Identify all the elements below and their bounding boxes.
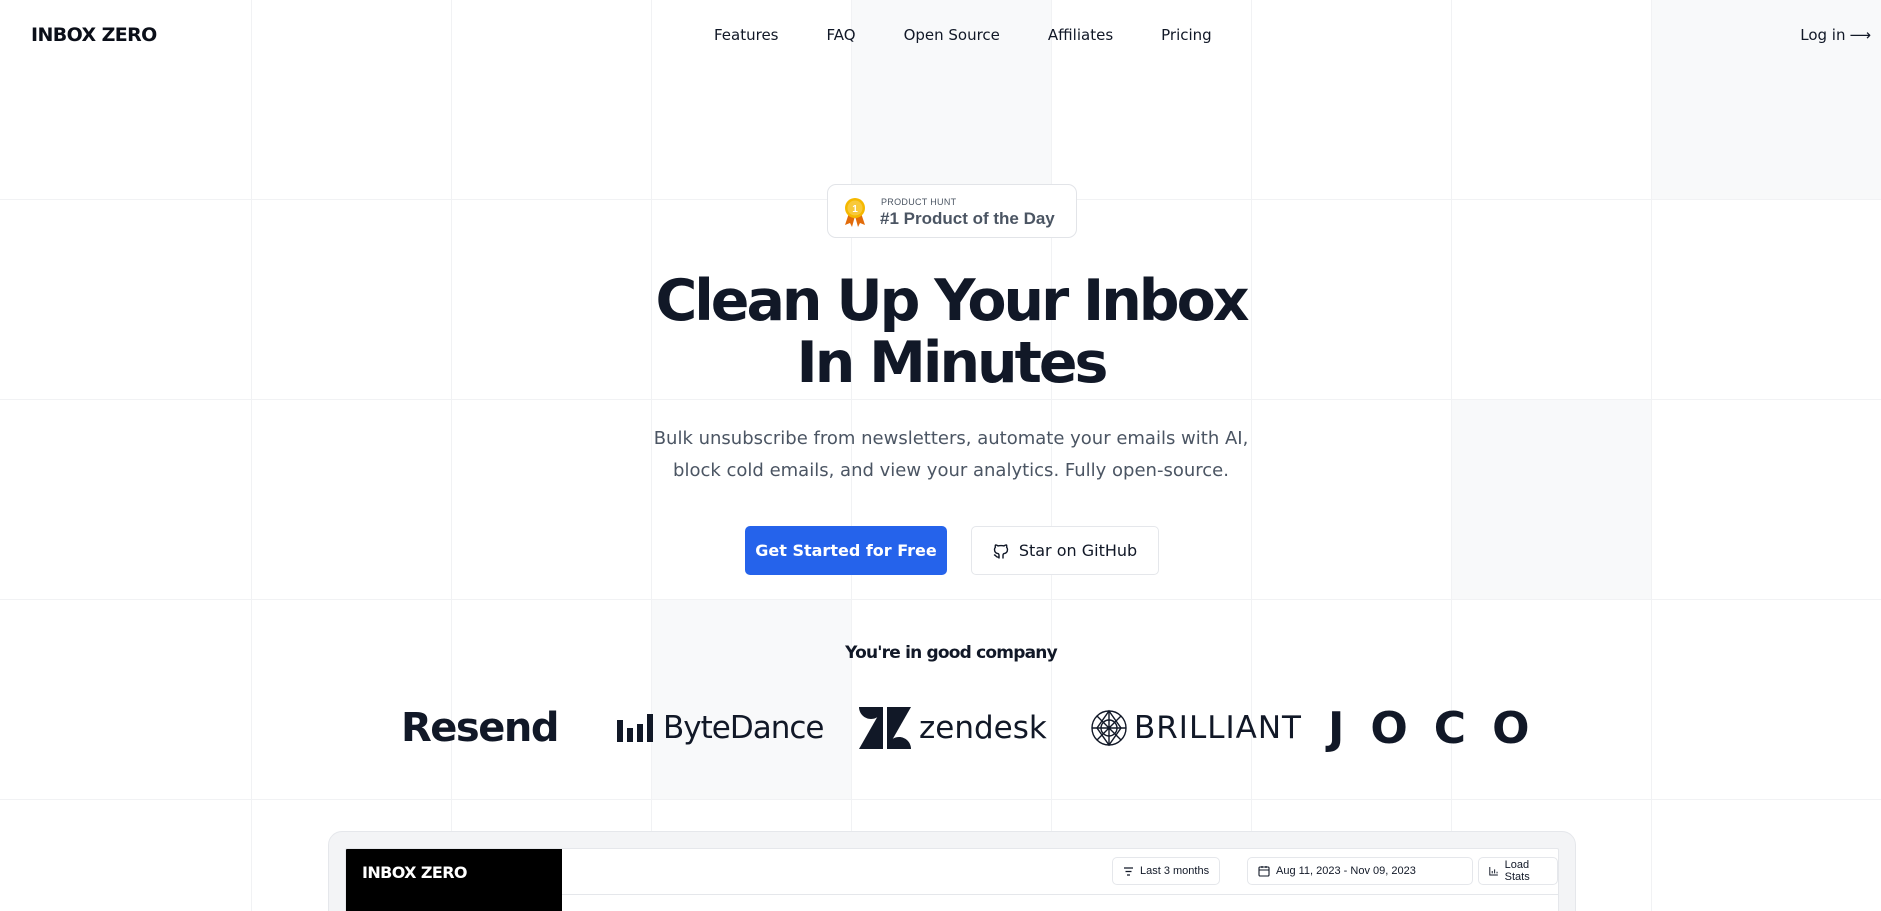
brand-logo[interactable]: INBOX ZERO bbox=[31, 24, 157, 46]
hero-title: Clean Up Your Inbox In Minutes bbox=[0, 270, 1881, 394]
preview-logo: INBOX ZERO bbox=[362, 863, 468, 882]
product-hunt-badge[interactable]: 1 PRODUCT HUNT #1 Product of the Day bbox=[827, 184, 1077, 238]
login-label: Log in bbox=[1800, 26, 1846, 44]
github-icon bbox=[993, 543, 1009, 559]
app-preview: INBOX ZERO Last 3 months Aug 11, 2023 - … bbox=[328, 831, 1576, 911]
star-github-label: Star on GitHub bbox=[1018, 541, 1138, 560]
logo-joco-text: JOCO bbox=[1328, 702, 1556, 754]
zendesk-mark-icon bbox=[859, 707, 911, 749]
brilliant-mark-icon bbox=[1091, 709, 1127, 747]
logo-joco: JOCO bbox=[1328, 700, 1555, 756]
badge-kicker: PRODUCT HUNT bbox=[881, 197, 957, 207]
nav-affiliates[interactable]: Affiliates bbox=[1048, 26, 1113, 44]
calendar-icon bbox=[1258, 866, 1270, 877]
app-preview-window: INBOX ZERO Last 3 months Aug 11, 2023 - … bbox=[345, 848, 1559, 911]
medal-icon: 1 bbox=[845, 198, 865, 227]
preview-range-label: Last 3 months bbox=[1140, 865, 1210, 877]
preview-sidebar: INBOX ZERO bbox=[346, 849, 562, 911]
get-started-button[interactable]: Get Started for Free bbox=[745, 526, 947, 575]
hero-subtitle: Bulk unsubscribe from newsletters, autom… bbox=[0, 423, 1881, 487]
logo-resend-text: Resend bbox=[401, 705, 559, 751]
logo-bytedance: ByteDance bbox=[617, 700, 824, 756]
social-proof-heading: You're in good company bbox=[845, 643, 1058, 663]
nav-pricing[interactable]: Pricing bbox=[1161, 26, 1212, 44]
login-link[interactable]: Log in ⟶ bbox=[1800, 26, 1871, 44]
hero-title-line-2: In Minutes bbox=[796, 330, 1109, 396]
nav-faq[interactable]: FAQ bbox=[827, 26, 856, 44]
filter-icon bbox=[1124, 866, 1133, 876]
preview-toolbar: Last 3 months Aug 11, 2023 - Nov 09, 202… bbox=[562, 849, 1558, 895]
logo-brilliant-text: BRILLIANT bbox=[1134, 710, 1302, 746]
preview-dates-label: Aug 11, 2023 - Nov 09, 2023 bbox=[1276, 865, 1416, 877]
preview-range-button[interactable]: Last 3 months bbox=[1112, 857, 1221, 885]
hero-subtitle-line-1: Bulk unsubscribe from newsletters, autom… bbox=[653, 428, 1249, 449]
logo-bytedance-text: ByteDance bbox=[663, 710, 824, 746]
hero-title-line-1: Clean Up Your Inbox bbox=[655, 268, 1249, 334]
star-github-button[interactable]: Star on GitHub bbox=[971, 526, 1159, 575]
arrow-right-icon: ⟶ bbox=[1849, 26, 1871, 44]
nav-open-source[interactable]: Open Source bbox=[904, 26, 1000, 44]
hero-subtitle-line-2: block cold emails, and view your analyti… bbox=[673, 460, 1229, 481]
logo-brilliant: BRILLIANT bbox=[1090, 700, 1302, 756]
logo-resend: Resend bbox=[401, 700, 559, 756]
medal-number: 1 bbox=[852, 204, 858, 215]
load-stats-label: Load Stats bbox=[1504, 859, 1530, 883]
preview-date-picker[interactable]: Aug 11, 2023 - Nov 09, 2023 bbox=[1247, 857, 1473, 885]
load-stats-button[interactable]: Load Stats bbox=[1478, 857, 1558, 885]
logo-zendesk-text: zendesk bbox=[919, 710, 1047, 746]
main-nav: Features FAQ Open Source Affiliates Pric… bbox=[714, 26, 1260, 44]
logo-zendesk: zendesk bbox=[859, 700, 1047, 756]
badge-title: #1 Product of the Day bbox=[880, 209, 1055, 228]
bar-chart-icon bbox=[1489, 866, 1498, 876]
bytedance-mark-icon bbox=[617, 714, 653, 742]
site-header: INBOX ZERO Features FAQ Open Source Affi… bbox=[0, 0, 1881, 72]
nav-features[interactable]: Features bbox=[714, 26, 779, 44]
